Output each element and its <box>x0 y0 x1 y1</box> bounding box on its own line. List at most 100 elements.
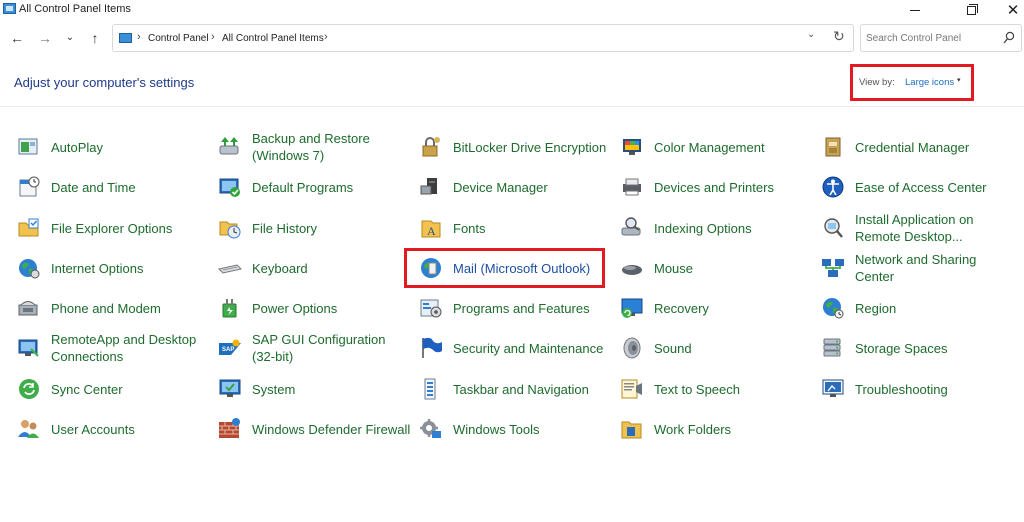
control-panel-item[interactable]: Device Manager <box>416 167 616 207</box>
control-panel-item[interactable]: File History <box>215 208 415 248</box>
item-label[interactable]: Mouse <box>654 260 814 277</box>
control-panel-item[interactable]: Security and Maintenance <box>416 328 616 368</box>
maximize-button[interactable] <box>948 0 994 20</box>
item-label[interactable]: Backup and Restore (Windows 7) <box>252 130 412 164</box>
control-panel-item[interactable]: RemoteApp and Desktop Connections <box>14 328 214 368</box>
forward-button[interactable]: → <box>37 30 53 46</box>
control-panel-item[interactable]: Network and Sharing Center <box>818 248 1018 288</box>
control-panel-item[interactable]: Recovery <box>617 288 817 328</box>
control-panel-item[interactable]: Devices and Printers <box>617 167 817 207</box>
storage-spaces-icon <box>820 335 846 361</box>
item-label[interactable]: File Explorer Options <box>51 220 211 237</box>
close-button[interactable]: ✕ <box>990 0 1024 20</box>
item-label[interactable]: Work Folders <box>654 421 814 438</box>
item-label[interactable]: Phone and Modem <box>51 300 211 317</box>
control-panel-item[interactable]: Install Application on Remote Desktop... <box>818 208 1018 248</box>
control-panel-item[interactable]: Phone and Modem <box>14 288 214 328</box>
item-label[interactable]: Network and Sharing Center <box>855 251 1015 285</box>
item-label[interactable]: RemoteApp and Desktop Connections <box>51 331 211 365</box>
sync-center-icon <box>16 376 42 402</box>
control-panel-item[interactable]: Default Programs <box>215 167 415 207</box>
control-panel-item[interactable]: Taskbar and Navigation <box>416 369 616 409</box>
control-panel-item[interactable]: Keyboard <box>215 248 415 288</box>
item-label[interactable]: Recovery <box>654 300 814 317</box>
search-input[interactable] <box>866 31 996 46</box>
breadcrumb-separator[interactable]: › <box>324 31 328 43</box>
chevron-down-icon[interactable]: ⌄ <box>807 29 815 40</box>
item-label[interactable]: BitLocker Drive Encryption <box>453 139 613 156</box>
caret-down-icon[interactable]: ▾ <box>957 76 961 84</box>
control-panel-item[interactable]: Text to Speech <box>617 369 817 409</box>
item-label[interactable]: Troubleshooting <box>855 381 1015 398</box>
item-label[interactable]: Programs and Features <box>453 300 613 317</box>
control-panel-item[interactable]: Internet Options <box>14 248 214 288</box>
control-panel-item[interactable]: Date and Time <box>14 167 214 207</box>
address-bar[interactable]: › Control Panel › All Control Panel Item… <box>112 24 854 52</box>
item-label[interactable]: Keyboard <box>252 260 412 277</box>
item-label[interactable]: Install Application on Remote Desktop... <box>855 211 1015 245</box>
item-label[interactable]: Internet Options <box>51 260 211 277</box>
item-label[interactable]: Sync Center <box>51 381 211 398</box>
item-label[interactable]: AutoPlay <box>51 139 211 156</box>
recent-locations-button[interactable]: ⌄ <box>62 30 78 46</box>
item-label[interactable]: Text to Speech <box>654 381 814 398</box>
search-box[interactable] <box>860 24 1022 52</box>
breadcrumb-control-panel[interactable]: Control Panel <box>148 33 209 44</box>
back-button[interactable]: ← <box>9 30 25 46</box>
item-label[interactable]: Region <box>855 300 1015 317</box>
control-panel-item[interactable]: Storage Spaces <box>818 328 1018 368</box>
control-panel-item[interactable]: Color Management <box>617 127 817 167</box>
item-label[interactable]: System <box>252 381 412 398</box>
search-icon[interactable] <box>1003 31 1015 45</box>
control-panel-item[interactable]: BitLocker Drive Encryption <box>416 127 616 167</box>
item-label[interactable]: Credential Manager <box>855 139 1015 156</box>
minimize-button[interactable] <box>892 0 938 20</box>
item-label[interactable]: Power Options <box>252 300 412 317</box>
view-by-dropdown[interactable]: Large icons <box>905 77 954 88</box>
control-panel-item[interactable]: System <box>215 369 415 409</box>
item-label[interactable]: User Accounts <box>51 421 211 438</box>
control-panel-item[interactable]: Mouse <box>617 248 817 288</box>
item-label[interactable]: Default Programs <box>252 179 412 196</box>
control-panel-item[interactable]: Troubleshooting <box>818 369 1018 409</box>
control-panel-item[interactable]: Windows Defender Firewall <box>215 409 415 449</box>
breadcrumb-all-items[interactable]: All Control Panel Items <box>222 33 324 44</box>
control-panel-item[interactable]: User Accounts <box>14 409 214 449</box>
item-label[interactable]: Windows Defender Firewall <box>252 421 412 438</box>
sound-icon <box>619 335 645 361</box>
item-label[interactable]: Devices and Printers <box>654 179 814 196</box>
control-panel-item[interactable]: A Fonts <box>416 208 616 248</box>
refresh-icon[interactable]: ↻ <box>833 28 845 45</box>
highlight-box <box>404 248 605 288</box>
item-label[interactable]: Taskbar and Navigation <box>453 381 613 398</box>
item-label[interactable]: Device Manager <box>453 179 613 196</box>
item-label[interactable]: Ease of Access Center <box>855 179 1015 196</box>
control-panel-item[interactable]: Indexing Options <box>617 208 817 248</box>
control-panel-item[interactable]: Region <box>818 288 1018 328</box>
item-label[interactable]: Security and Maintenance <box>453 340 613 357</box>
control-panel-item[interactable]: Programs and Features <box>416 288 616 328</box>
control-panel-item[interactable]: Backup and Restore (Windows 7) <box>215 127 415 167</box>
control-panel-item[interactable]: Sync Center <box>14 369 214 409</box>
item-label[interactable]: File History <box>252 220 412 237</box>
control-panel-item[interactable]: Ease of Access Center <box>818 167 1018 207</box>
item-label[interactable]: Date and Time <box>51 179 211 196</box>
breadcrumb-separator[interactable]: › <box>137 31 141 43</box>
control-panel-item[interactable]: AutoPlay <box>14 127 214 167</box>
control-panel-item[interactable]: Power Options <box>215 288 415 328</box>
control-panel-item[interactable]: SAP SAP GUI Configuration (32-bit) <box>215 328 415 368</box>
control-panel-item[interactable]: Windows Tools <box>416 409 616 449</box>
item-label[interactable]: Storage Spaces <box>855 340 1015 357</box>
control-panel-item[interactable]: Credential Manager <box>818 127 1018 167</box>
breadcrumb-separator[interactable]: › <box>211 31 215 43</box>
item-label[interactable]: Windows Tools <box>453 421 613 438</box>
item-label[interactable]: SAP GUI Configuration (32-bit) <box>252 331 412 365</box>
item-label[interactable]: Sound <box>654 340 814 357</box>
item-label[interactable]: Color Management <box>654 139 814 156</box>
item-label[interactable]: Fonts <box>453 220 613 237</box>
control-panel-item[interactable]: Sound <box>617 328 817 368</box>
control-panel-item[interactable]: Work Folders <box>617 409 817 449</box>
item-label[interactable]: Indexing Options <box>654 220 814 237</box>
control-panel-item[interactable]: File Explorer Options <box>14 208 214 248</box>
up-button[interactable]: ↑ <box>87 30 103 46</box>
